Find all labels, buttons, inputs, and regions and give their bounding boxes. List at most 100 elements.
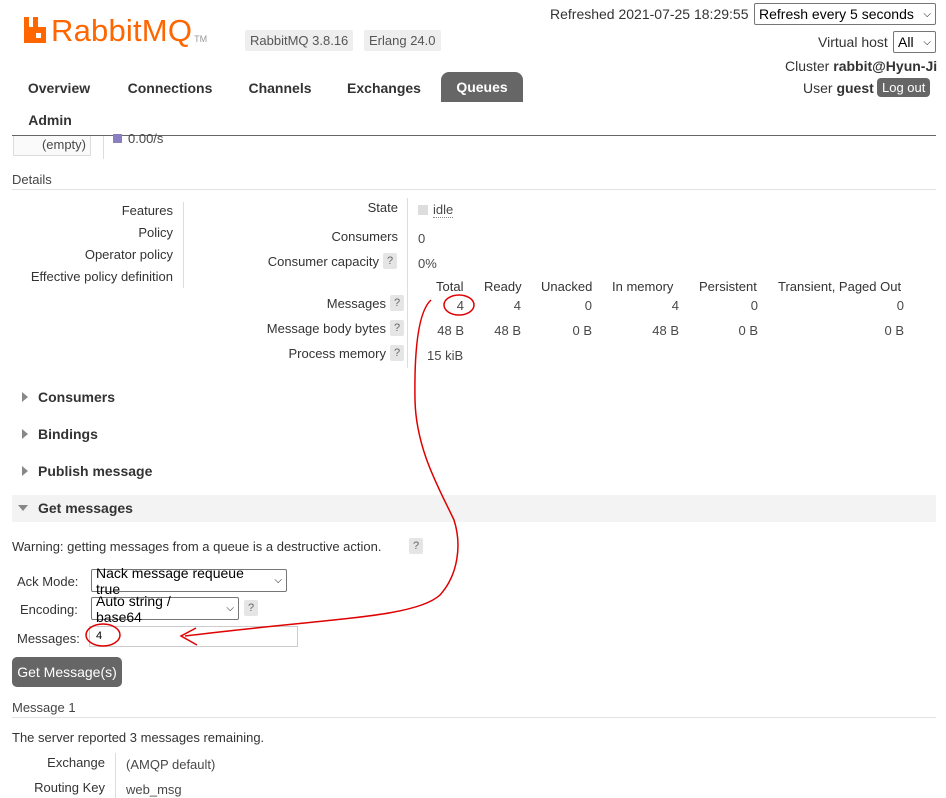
tab-channels[interactable]: Channels — [238, 74, 322, 102]
cluster-label: Cluster — [785, 58, 830, 74]
operator-policy-label: Operator policy — [84, 247, 173, 262]
consumer-capacity-label: Consumer capacity — [267, 254, 379, 269]
encoding-select[interactable]: Auto string / base64 ⌵ — [91, 593, 239, 625]
cluster-info: Cluster rabbit@Hyun-Ji — [785, 58, 937, 74]
user-info: User guest — [803, 80, 874, 96]
chevron-down-icon: ⌵ — [923, 36, 931, 48]
virtual-host-select[interactable]: All ⌵ — [893, 31, 936, 53]
messages-row-label: Messages — [326, 296, 386, 311]
consumers-label: Consumers — [331, 229, 398, 244]
exchange-value: (AMQP default) — [126, 757, 216, 772]
details-left-labels: Features Policy Operator policy Effectiv… — [12, 200, 173, 288]
refresh-interval-select[interactable]: Refresh every 5 seconds ⌵ — [754, 3, 936, 25]
triangle-right-icon — [22, 466, 28, 476]
user-name: guest — [836, 80, 874, 96]
section-publish-title: Publish message — [38, 463, 153, 479]
details-divider — [12, 189, 936, 190]
messages-count-input[interactable]: 4 — [89, 626, 298, 647]
rate-legend-swatch — [113, 134, 122, 143]
col-transient-paged-out: Transient, Paged Out — [778, 279, 902, 294]
col-in-memory: In memory — [612, 279, 674, 294]
body-bytes-ready: 48 B — [494, 323, 521, 338]
tab-queues[interactable]: Queues — [441, 72, 523, 102]
routing-key-value: web_msg — [126, 782, 182, 797]
col-persistent: Persistent — [699, 279, 757, 294]
body-bytes-row-label: Message body bytes — [266, 321, 386, 336]
logo-text: RabbitMQ — [51, 13, 193, 48]
erlang-version-badge: Erlang 24.0 — [364, 30, 441, 51]
chevron-down-icon: ⌵ — [274, 575, 282, 586]
ack-mode-select[interactable]: Nack message requeue true ⌵ — [91, 565, 287, 597]
virtual-host-label: Virtual host — [818, 34, 888, 50]
virtual-host-value: All — [898, 34, 914, 50]
state-indicator — [418, 205, 428, 215]
section-get-header-bg — [12, 495, 936, 522]
consumer-capacity-value: 0% — [418, 256, 437, 271]
chevron-down-icon: ⌵ — [923, 8, 931, 20]
messages-in-memory: 4 — [671, 298, 679, 313]
body-bytes-transient: 0 B — [884, 323, 904, 338]
messages-unacked: 0 — [584, 298, 592, 313]
features-label: Features — [121, 203, 173, 218]
refresh-interval-value: Refresh every 5 seconds — [759, 6, 914, 22]
messages-ready: 4 — [513, 298, 521, 313]
destructive-warning: Warning: getting messages from a queue i… — [12, 539, 382, 554]
body-bytes-total: 48 B — [437, 323, 464, 338]
messages-remaining-text: The server reported 3 messages remaining… — [12, 730, 265, 745]
encoding-label: Encoding: — [20, 602, 78, 617]
section-bindings-toggle[interactable]: Bindings — [22, 426, 98, 442]
policy-label: Policy — [138, 225, 173, 240]
process-memory-label: Process memory — [288, 346, 386, 361]
rabbitmq-logo: RabbitMQ TM — [22, 12, 207, 48]
body-bytes-in-memory: 48 B — [652, 323, 679, 338]
red-annotation-overlay — [85, 294, 475, 647]
encoding-value: Auto string / base64 — [96, 592, 171, 625]
section-get-messages-title: Get messages — [38, 500, 133, 516]
consumer-capacity-help[interactable]: ? — [383, 253, 397, 269]
tab-admin[interactable]: Admin — [18, 106, 82, 134]
get-messages-button[interactable]: Get Message(s) — [12, 657, 122, 687]
section-consumers-toggle[interactable]: Consumers — [22, 389, 115, 405]
logo-trademark: TM — [194, 34, 208, 44]
encoding-help[interactable]: ? — [244, 600, 258, 616]
ack-mode-label: Ack Mode: — [17, 574, 79, 589]
triangle-right-icon — [22, 392, 28, 402]
state-value: idle — [433, 202, 454, 218]
rate-value: 0.00/s — [128, 131, 164, 146]
tab-connections[interactable]: Connections — [118, 74, 222, 102]
chevron-down-icon: ⌵ — [226, 603, 234, 614]
col-total: Total — [436, 279, 464, 294]
rate-empty-label: (empty) — [41, 137, 86, 152]
details-title: Details — [12, 172, 52, 187]
message-props-divider — [115, 753, 116, 798]
state-label: State — [367, 200, 398, 215]
rate-empty-box: (empty) — [13, 136, 91, 156]
body-bytes-help[interactable]: ? — [390, 320, 404, 336]
section-get-messages-toggle[interactable]: Get messages — [18, 500, 133, 516]
messages-total: 4 — [456, 298, 464, 313]
details-right-divider — [407, 198, 408, 368]
col-ready: Ready — [484, 279, 522, 294]
body-bytes-unacked: 0 B — [572, 323, 592, 338]
routing-key-label: Routing Key — [34, 780, 105, 795]
tab-overview[interactable]: Overview — [18, 74, 100, 102]
cluster-name: rabbit@Hyun-Ji — [833, 58, 938, 74]
messages-help[interactable]: ? — [390, 295, 404, 311]
warning-help[interactable]: ? — [409, 538, 423, 554]
rate-divider — [103, 136, 104, 159]
exchange-label: Exchange — [47, 755, 105, 770]
process-memory-help[interactable]: ? — [390, 345, 404, 361]
messages-transient: 0 — [896, 298, 904, 313]
messages-count-value: 4 — [96, 630, 103, 642]
message-1-title: Message 1 — [12, 700, 76, 715]
section-publish-toggle[interactable]: Publish message — [22, 463, 152, 479]
tab-exchanges[interactable]: Exchanges — [337, 74, 431, 102]
rabbitmq-version-badge: RabbitMQ 3.8.16 — [245, 30, 354, 51]
messages-persistent: 0 — [750, 298, 758, 313]
logout-button[interactable]: Log out — [877, 78, 931, 97]
triangle-right-icon — [22, 429, 28, 439]
col-unacked: Unacked — [541, 279, 593, 294]
section-consumers-title: Consumers — [38, 389, 116, 405]
refreshed-timestamp: Refreshed 2021-07-25 18:29:55 — [550, 6, 749, 22]
message-1-divider — [12, 717, 936, 718]
